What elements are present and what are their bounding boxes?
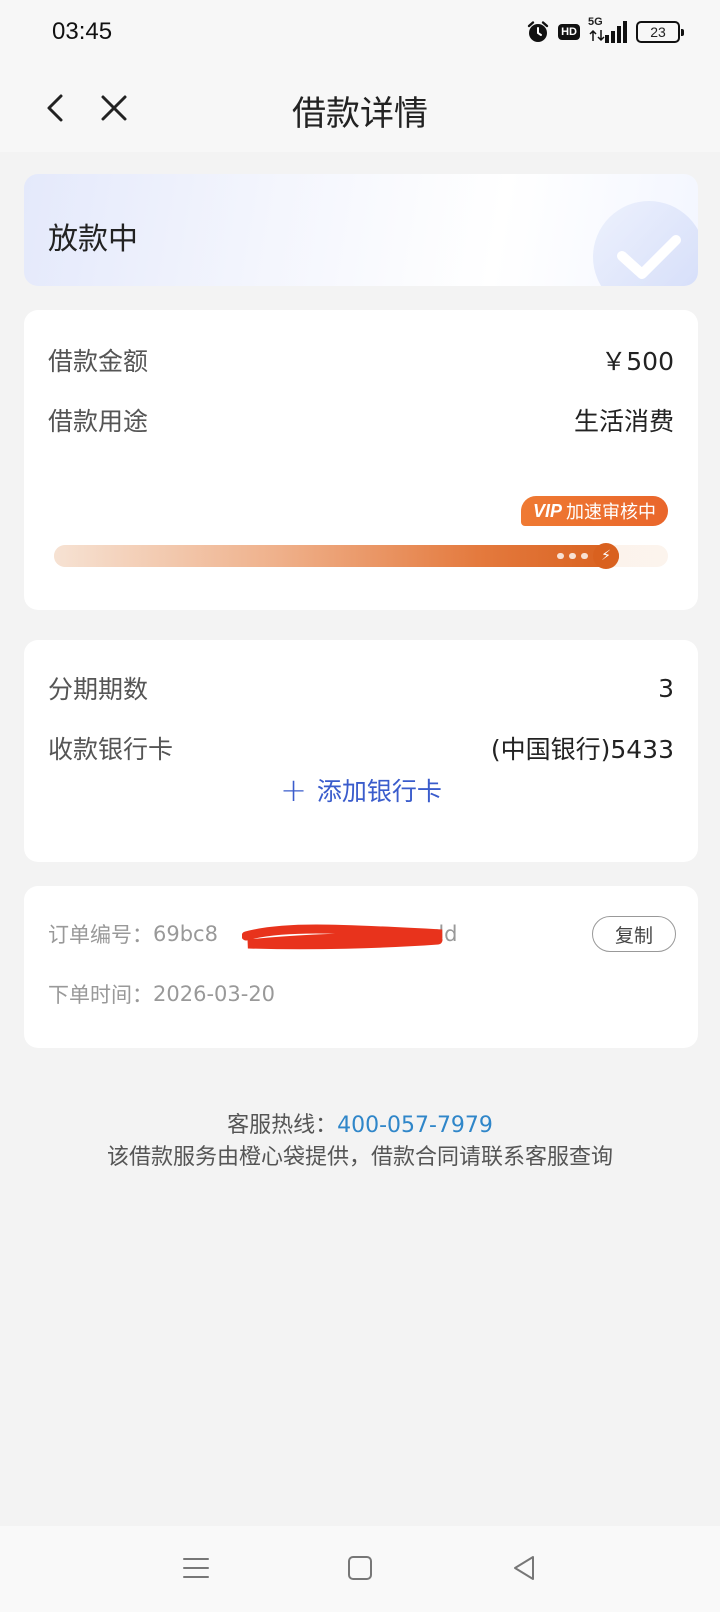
order-time-value: 2026-03-20 (153, 982, 276, 1006)
hotline-line: 客服热线：400-057-7979 (0, 1110, 720, 1142)
redaction-scribble (242, 924, 443, 950)
hotline-label: 客服热线： (227, 1113, 338, 1138)
hd-icon: HD (558, 24, 580, 40)
periods-value: 3 (658, 673, 674, 703)
order-number-prefix: 69bc8 (153, 922, 218, 946)
progress-dots (557, 553, 588, 559)
check-circle-icon (593, 201, 698, 286)
order-time-label: 下单时间： (48, 983, 153, 1007)
battery-icon: 23 (636, 21, 684, 43)
bank-card-label: 收款银行卡 (48, 735, 174, 764)
loan-info-card: 借款金额 ￥500 借款用途 生活消费 VIP 加速审核中 ⚡ (24, 310, 698, 610)
lightning-icon: ⚡ (593, 543, 619, 569)
review-progress-bar: ⚡ (54, 543, 668, 569)
purpose-value: 生活消费 (573, 407, 674, 436)
loan-status-card: 放款中 (24, 174, 698, 286)
footer: 客服热线：400-057-7979 该借款服务由橙心袋提供，借款合同请联系客服查… (0, 1110, 720, 1174)
amount-row: 借款金额 ￥500 (48, 340, 674, 380)
purpose-label: 借款用途 (48, 407, 149, 436)
amount-label: 借款金额 (48, 347, 149, 376)
vip-label: VIP (532, 500, 562, 521)
bank-card-row: 收款银行卡 (中国银行)5433 (48, 728, 674, 768)
plus-icon: + (280, 771, 307, 809)
purpose-row: 借款用途 生活消费 (48, 400, 674, 440)
vip-review-badge: VIP 加速审核中 (520, 496, 668, 526)
installment-card: 分期期数 3 收款银行卡 (中国银行)5433 + 添加银行卡 (24, 640, 698, 862)
battery-level: 23 (650, 24, 666, 40)
page-title: 借款详情 (292, 94, 428, 134)
loan-status-text: 放款中 (48, 222, 138, 257)
status-time: 03:45 (52, 18, 113, 45)
nav-bar: 借款详情 (0, 64, 720, 152)
order-info-card: 订单编号： 69bc8 add 复制 下单时间： 2026-03-20 (24, 886, 698, 1048)
order-time-row: 下单时间： 2026-03-20 (48, 976, 275, 1012)
periods-label: 分期期数 (48, 675, 149, 704)
network-label: 5G (588, 16, 603, 28)
system-nav-bar (0, 1526, 720, 1612)
vip-review-text: 加速审核中 (566, 502, 656, 523)
signal-icon: 5G (588, 16, 628, 44)
menu-icon[interactable] (176, 1548, 216, 1588)
add-bank-card-button[interactable]: + 添加银行卡 (24, 770, 698, 810)
review-progress-fill (54, 545, 619, 567)
hotline-number-link[interactable]: 400-057-7979 (337, 1113, 493, 1138)
periods-row: 分期期数 3 (48, 668, 674, 708)
status-icons: HD 5G 23 (526, 16, 684, 46)
home-square-icon[interactable] (340, 1548, 380, 1588)
order-number-suffix: add (417, 922, 458, 946)
bank-card-value: (中国银行)5433 (490, 735, 674, 764)
add-bank-card-label: 添加银行卡 (316, 777, 442, 806)
amount-value: ￥500 (601, 347, 674, 376)
back-triangle-icon[interactable] (504, 1548, 544, 1588)
service-note: 该借款服务由橙心袋提供，借款合同请联系客服查询 (106, 1145, 613, 1170)
alarm-icon (527, 21, 549, 42)
order-number-label: 订单编号： (48, 923, 153, 947)
order-number-row: 订单编号： 69bc8 add (48, 916, 458, 952)
copy-button[interactable]: 复制 (592, 916, 676, 952)
status-bar: 03:45 HD 5G 23 (0, 0, 720, 64)
